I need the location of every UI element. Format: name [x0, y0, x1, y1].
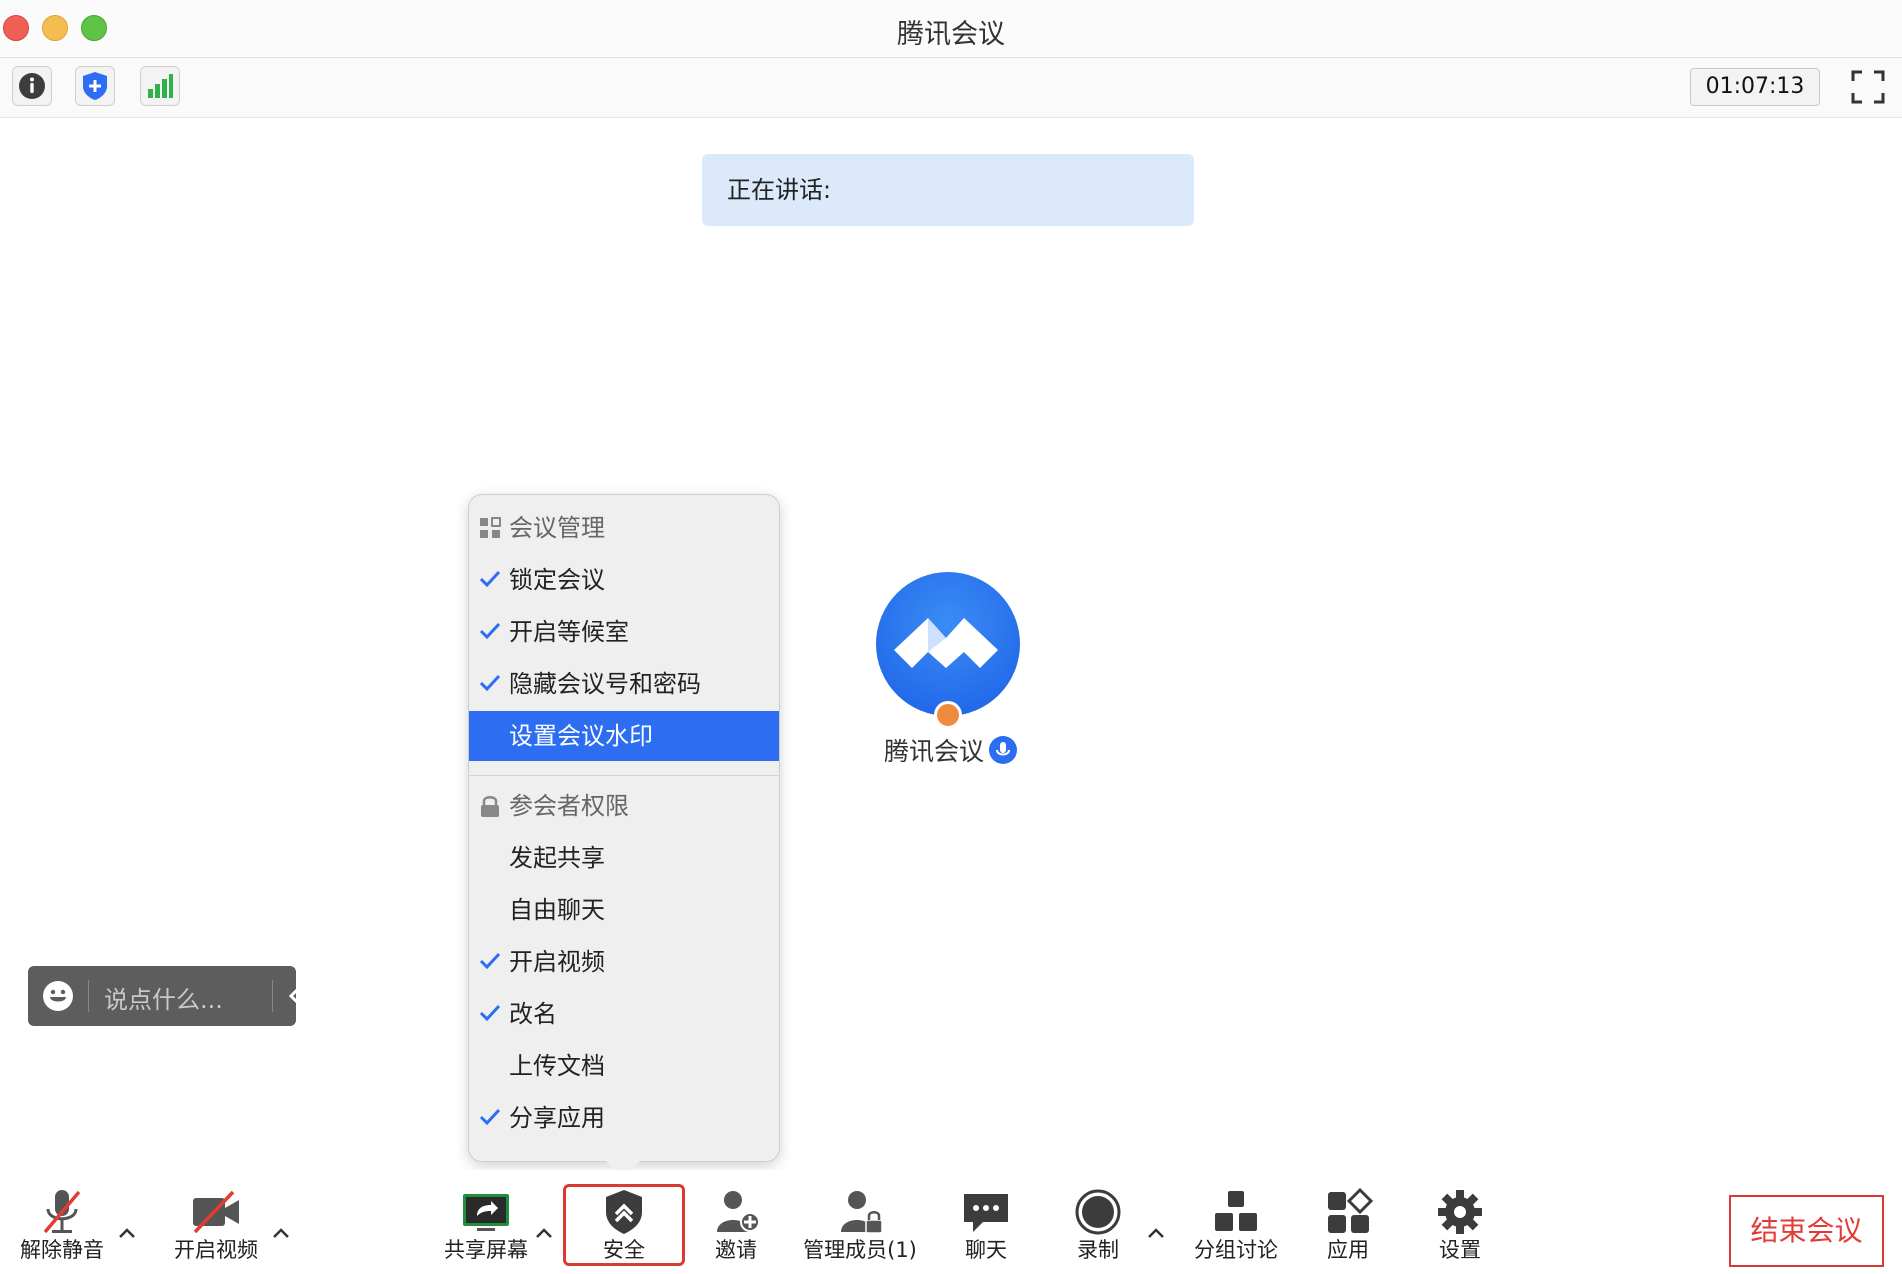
menu-item-start-sharing[interactable]: 发起共享	[469, 833, 779, 883]
participant-avatar	[876, 572, 1020, 716]
menu-item-free-chat[interactable]: 自由聊天	[469, 885, 779, 935]
shield-icon	[83, 72, 107, 100]
breakout-rooms-button[interactable]: 分组讨论	[1190, 1170, 1282, 1274]
chevron-left-icon[interactable]	[284, 984, 308, 1008]
manage-members-button[interactable]: 管理成员(1)	[800, 1170, 920, 1274]
chevron-up-icon[interactable]	[270, 1222, 292, 1244]
unmute-button[interactable]: 解除静音	[16, 1170, 108, 1274]
meeting-window: 腾讯会议 01:07:13 正在讲话: 腾讯会议 说点什么... 会议管理 锁定…	[0, 0, 1902, 1274]
check-icon	[479, 622, 501, 640]
breakout-icon	[1215, 1191, 1257, 1231]
record-icon	[1075, 1189, 1121, 1235]
grid-icon	[480, 517, 501, 538]
check-icon	[479, 1004, 501, 1022]
menu-header-meeting-management: 会议管理	[469, 503, 779, 553]
top-toolbar: 01:07:13	[0, 58, 1902, 118]
start-video-button[interactable]: 开启视频	[170, 1170, 262, 1274]
chat-separator	[88, 980, 89, 1012]
settings-button[interactable]: 设置	[1414, 1170, 1506, 1274]
record-button[interactable]: 录制	[1052, 1170, 1144, 1274]
menu-item-lock-meeting[interactable]: 锁定会议	[469, 555, 779, 605]
add-person-icon	[717, 1191, 760, 1232]
menu-item-share-apps[interactable]: 分享应用	[469, 1093, 779, 1143]
chevron-up-icon[interactable]	[1145, 1222, 1167, 1244]
apps-button[interactable]: 应用	[1302, 1170, 1394, 1274]
security-shield-button[interactable]	[75, 66, 115, 106]
members-lock-icon	[841, 1191, 883, 1234]
speaking-label: 正在讲话:	[727, 176, 832, 204]
tencent-meeting-logo-icon	[894, 618, 998, 668]
gear-icon	[1438, 1190, 1482, 1234]
chat-separator	[272, 980, 273, 1012]
speaking-mic-icon	[989, 736, 1017, 764]
signal-bars-icon	[148, 74, 173, 98]
check-icon	[479, 952, 501, 970]
menu-item-rename[interactable]: 改名	[469, 989, 779, 1039]
share-screen-button[interactable]: 共享屏幕	[440, 1170, 532, 1274]
menu-divider	[469, 775, 779, 776]
menu-item-hide-meeting-id[interactable]: 隐藏会议号和密码	[469, 659, 779, 709]
lock-icon	[481, 796, 499, 817]
chevron-up-icon[interactable]	[533, 1222, 555, 1244]
emoji-icon[interactable]	[42, 980, 74, 1012]
meeting-info-button[interactable]	[12, 66, 52, 106]
network-status-button[interactable]	[140, 66, 180, 106]
security-menu: 会议管理 锁定会议 开启等候室 隐藏会议号和密码 设置会议水印 参会者权限 发起…	[468, 494, 780, 1178]
speaking-indicator: 正在讲话:	[702, 154, 1194, 226]
menu-item-waiting-room[interactable]: 开启等候室	[469, 607, 779, 657]
menu-item-enable-video[interactable]: 开启视频	[469, 937, 779, 987]
video-off-icon	[193, 1190, 239, 1234]
menu-item-upload-docs[interactable]: 上传文档	[469, 1041, 779, 1091]
chat-bubble-icon	[964, 1194, 1008, 1232]
invite-button[interactable]: 邀请	[690, 1170, 782, 1274]
bottom-toolbar: 解除静音 开启视频 共享屏幕 安全 邀请 管理成员(1) 聊天 录制 分组讨论 …	[0, 1170, 1902, 1274]
meeting-timer: 01:07:13	[1690, 68, 1820, 106]
chevron-up-icon[interactable]	[116, 1222, 138, 1244]
menu-item-watermark[interactable]: 设置会议水印	[469, 711, 779, 761]
title-bar: 腾讯会议	[0, 0, 1902, 58]
check-icon	[479, 674, 501, 692]
mic-muted-icon	[43, 1190, 81, 1234]
window-title: 腾讯会议	[897, 19, 1005, 50]
chat-button[interactable]: 聊天	[940, 1170, 1032, 1274]
end-meeting-button[interactable]: 结束会议	[1729, 1195, 1884, 1267]
fullscreen-button[interactable]	[1849, 68, 1887, 106]
quick-chat-bar[interactable]: 说点什么...	[28, 966, 302, 1026]
fullscreen-icon	[1851, 70, 1885, 104]
share-screen-icon	[463, 1194, 509, 1231]
host-badge-icon	[934, 701, 962, 729]
apps-icon	[1328, 1188, 1374, 1233]
check-icon	[479, 1108, 501, 1126]
security-highlight-box	[563, 1184, 685, 1266]
participant-name: 腾讯会议	[884, 737, 985, 766]
check-icon	[479, 570, 501, 588]
menu-header-participant-permissions: 参会者权限	[469, 781, 779, 831]
chat-input[interactable]: 说点什么...	[104, 980, 223, 1015]
info-icon	[19, 73, 45, 99]
